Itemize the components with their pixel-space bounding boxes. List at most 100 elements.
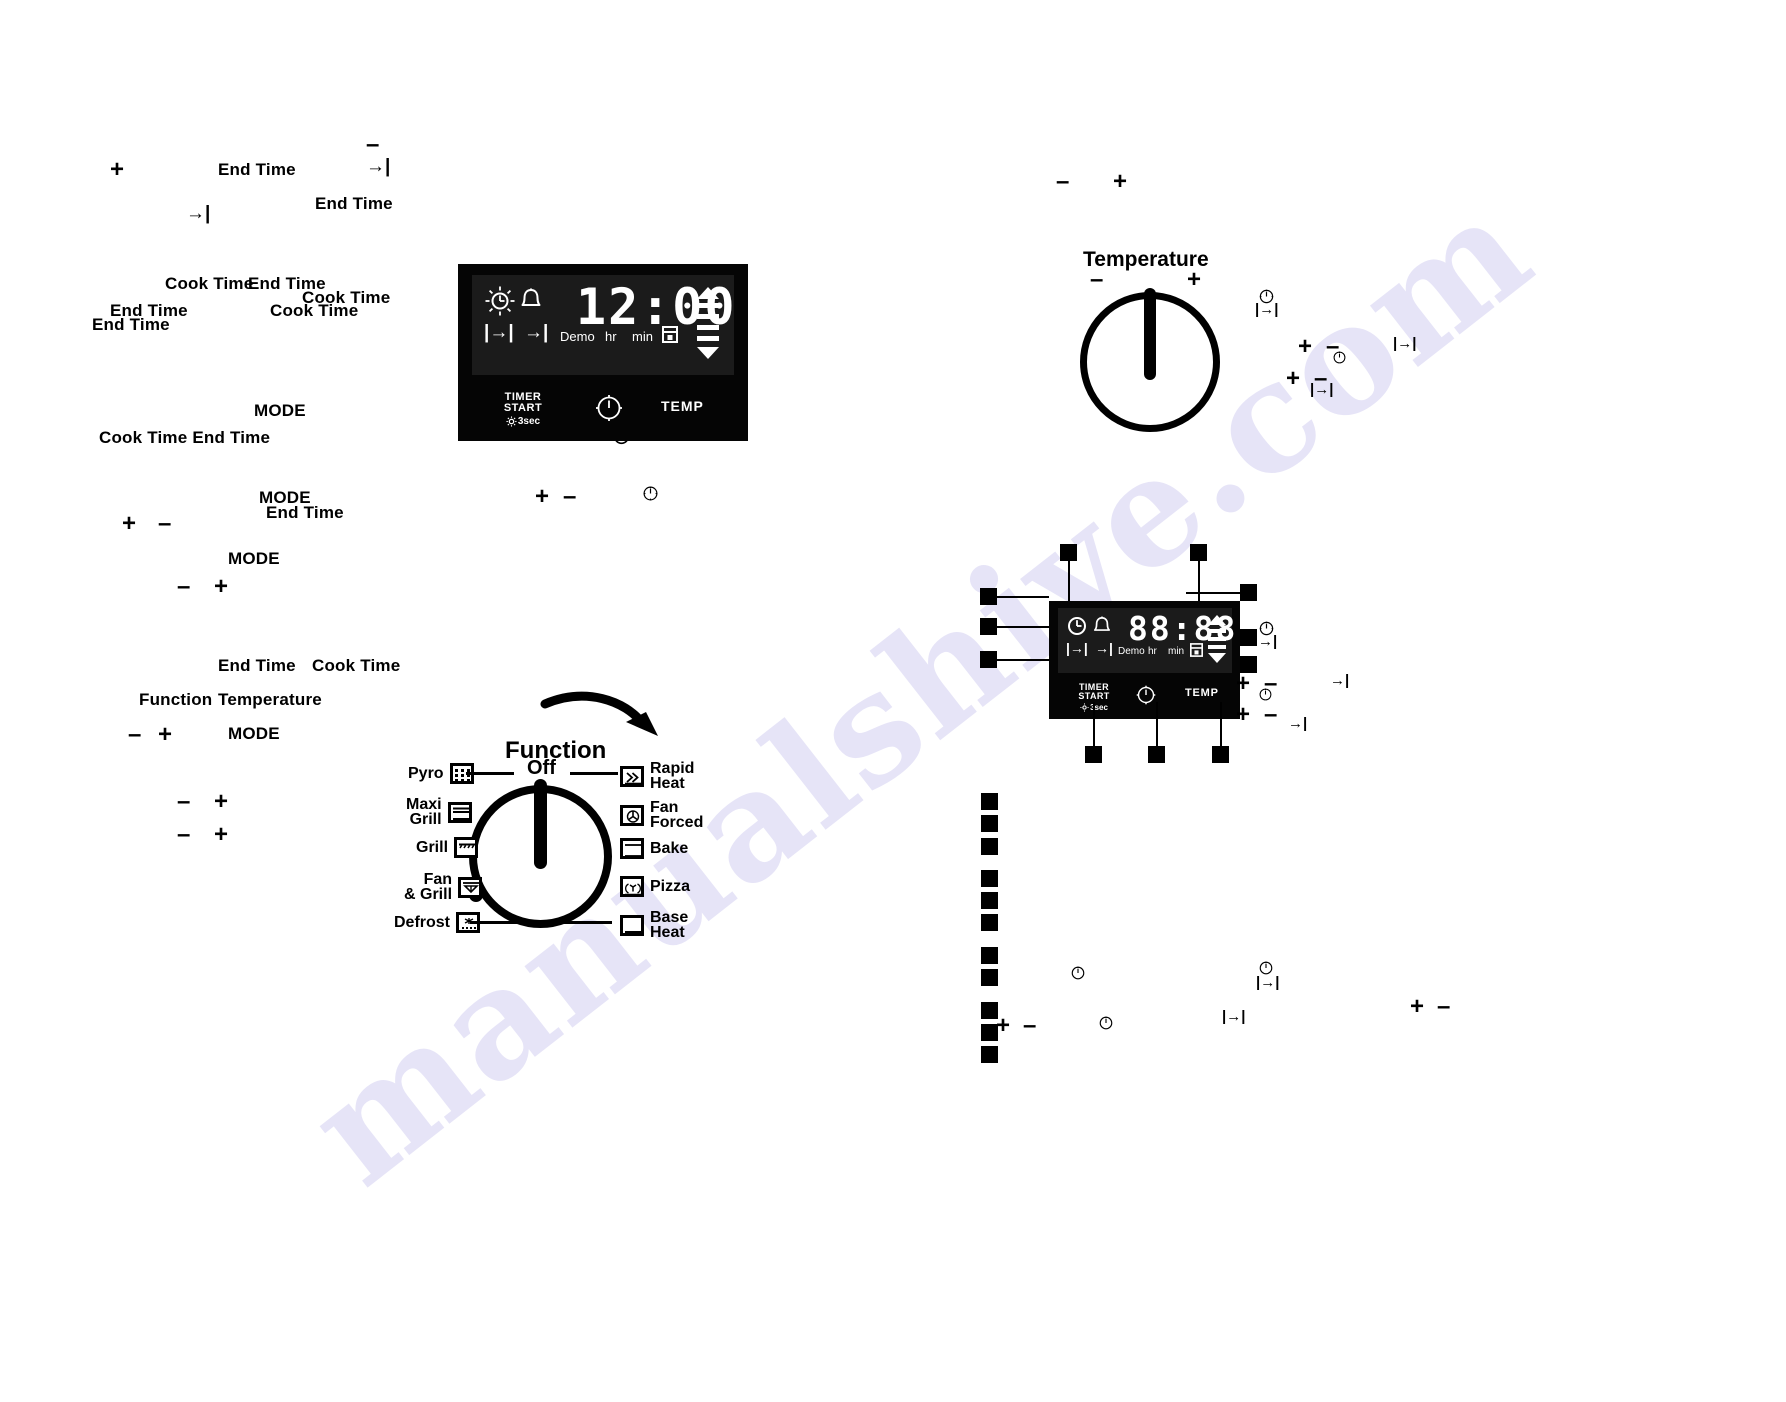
scattered-cook-time-3: Cook Time	[270, 301, 359, 320]
oven-control-panel-primary: |→| →| Demo 12:00 hr min TIMER START 3se…	[458, 264, 748, 441]
fan-and-grill-icon	[458, 876, 483, 898]
function-option-base-heat-label: Base Heat	[650, 909, 689, 941]
callout-marker-top-1	[1060, 544, 1077, 561]
base-heat-icon	[620, 914, 644, 936]
scattered-plus-4: +	[158, 721, 173, 748]
function-option-maxi-grill[interactable]: Maxi Grill	[406, 796, 472, 828]
hr-label-primary: hr	[605, 329, 617, 344]
time-of-day-clock-icon-secondary	[1067, 616, 1087, 641]
scattered-minus-1: –	[366, 131, 380, 158]
temp-button-secondary[interactable]: TEMP	[1185, 687, 1219, 699]
timer-start-line3: 3sec	[517, 416, 541, 427]
clock-button-secondary[interactable]	[1136, 685, 1156, 710]
temperature-bar-s1	[1208, 629, 1226, 633]
right-plus-1: +	[1113, 168, 1128, 195]
temperature-up-arrow-icon-secondary	[1208, 615, 1226, 625]
function-leader-base-heat	[562, 921, 612, 924]
right-cook-time-icon-1: |→|	[1255, 301, 1279, 318]
function-option-fan-and-grill[interactable]: Fan & Grill	[404, 872, 483, 903]
function-option-pizza-label: Pizza	[650, 877, 691, 895]
callout-marker-left-2	[980, 618, 997, 635]
list-marker-2	[981, 815, 998, 832]
scattered-minus-5: –	[177, 788, 191, 815]
temperature-down-arrow-icon-secondary	[1208, 653, 1226, 663]
function-option-pizza[interactable]: Pizza	[620, 876, 690, 897]
scattered-end-time-icon-2: →|	[186, 203, 211, 224]
scattered-end-time-2: End Time	[315, 194, 393, 213]
timer-clock-icon-8	[1098, 1015, 1114, 1036]
right-end-time-icon-3: →|	[1288, 715, 1308, 732]
function-option-rapid-heat[interactable]: Rapid Heat	[620, 761, 694, 792]
right-minus-1: –	[1056, 168, 1070, 195]
bell-timer-icon-secondary	[1093, 616, 1111, 641]
oven-lock-icon-secondary	[1190, 643, 1203, 662]
callout-line-bottom-2	[1156, 702, 1158, 746]
function-option-defrost[interactable]: Defrost	[394, 912, 481, 933]
list-marker-8	[981, 969, 998, 986]
function-option-defrost-label: Defrost	[394, 913, 451, 931]
function-dial-pointer[interactable]	[534, 779, 547, 869]
lamp-icon	[506, 416, 517, 427]
scattered-mode-3: MODE	[228, 549, 280, 568]
scattered-plus-3: +	[214, 573, 229, 600]
grill-icon	[454, 837, 479, 858]
list-marker-3	[981, 838, 998, 855]
function-option-pyro[interactable]: Pyro	[408, 763, 474, 784]
list-marker-6	[981, 914, 998, 931]
list-marker-4	[981, 870, 998, 887]
lcd-display-secondary: |→| →| Demo 88:88 hr min	[1058, 608, 1235, 673]
scattered-end-time-6: End Time	[266, 503, 344, 522]
fan-forced-icon	[620, 804, 644, 826]
function-option-fan-forced[interactable]: Fan Forced	[620, 800, 703, 831]
callout-line-left-2	[997, 626, 1049, 628]
end-time-icon-secondary: →|	[1095, 640, 1113, 656]
scattered-end-time-7: End Time	[218, 656, 296, 675]
right-cook-time-icon-2: |→|	[1393, 335, 1417, 352]
watermark: manualshive.com	[258, 75, 1582, 1306]
timer-start-button[interactable]: TIMER START 3sec	[496, 392, 550, 428]
temp-button[interactable]: TEMP	[661, 398, 704, 414]
scattered-minus-2: –	[158, 510, 172, 537]
temperature-dial-pointer[interactable]	[1144, 288, 1156, 380]
right-cook-time-icon-3: |→|	[1310, 381, 1334, 398]
function-option-grill-label: Grill	[416, 838, 449, 856]
cook-time-icon-secondary: |→|	[1066, 640, 1088, 656]
timer-clock-icon-3	[1332, 350, 1347, 370]
bottom-cook-time-icon-1: |→|	[1256, 974, 1280, 991]
scattered-cook-time-4: Cook Time	[312, 656, 401, 675]
scattered-plus-5: +	[214, 788, 229, 815]
scattered-minus-3: –	[177, 573, 191, 600]
lamp-icon-secondary	[1080, 703, 1089, 712]
cook-time-icon: |→|	[484, 322, 514, 343]
oven-lock-icon	[662, 326, 678, 348]
right-plus-3: +	[1286, 365, 1301, 392]
list-marker-5	[981, 892, 998, 909]
callout-marker-bottom-3	[1212, 746, 1229, 763]
scattered-mode-1: MODE	[254, 401, 306, 420]
function-option-maxi-grill-label: Maxi Grill	[406, 796, 442, 828]
temperature-bar-s3	[1208, 645, 1226, 649]
function-option-base-heat[interactable]: Base Heat	[620, 909, 689, 941]
callout-line-left-1	[997, 596, 1049, 598]
temperature-bar-3	[697, 325, 719, 330]
temperature-plus-label: +	[1187, 266, 1202, 293]
scattered-minus-4: –	[128, 721, 142, 748]
scattered-minus-mid-1: –	[563, 483, 577, 510]
scattered-minus-6: –	[177, 821, 191, 848]
function-option-bake[interactable]: Bake	[620, 838, 688, 859]
scattered-plus-1: +	[110, 156, 125, 183]
clock-icon-primary	[596, 395, 622, 421]
scattered-plus-6: +	[214, 821, 229, 848]
timer-clock-icon-6	[1070, 965, 1086, 986]
right-end-time-icon-1: →|	[1258, 633, 1278, 650]
callout-marker-bottom-1	[1085, 746, 1102, 763]
list-marker-7	[981, 947, 998, 964]
clock-button[interactable]	[595, 394, 623, 427]
timer-clock-icon-1	[642, 485, 659, 507]
bake-icon	[620, 838, 644, 859]
temperature-bar-1	[697, 303, 719, 308]
function-option-grill[interactable]: Grill	[416, 837, 479, 858]
min-label-primary: min	[632, 329, 653, 344]
function-option-bake-label: Bake	[650, 839, 689, 857]
scattered-end-time-1: End Time	[218, 160, 296, 179]
